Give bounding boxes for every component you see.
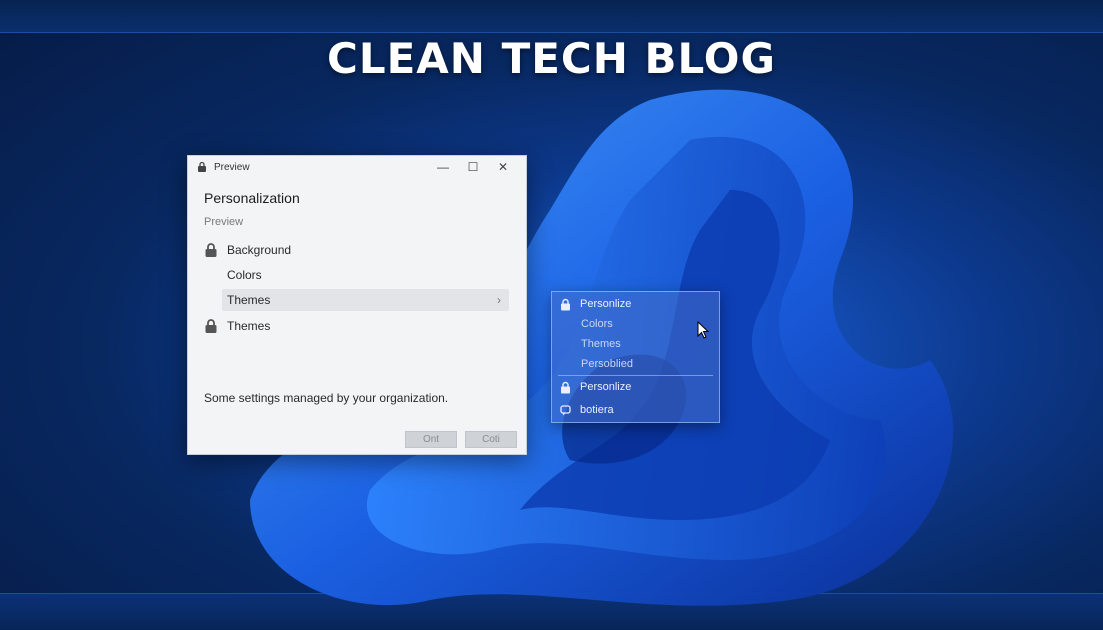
flyout-item-personlize[interactable]: Personlize	[560, 295, 631, 313]
maximize-button[interactable]: ☐	[458, 156, 488, 178]
menu-item-colors[interactable]: Colors	[227, 264, 262, 286]
flyout-divider	[558, 375, 713, 376]
menu-item-label: Themes	[227, 293, 271, 307]
mouse-cursor-icon	[697, 321, 709, 339]
title-bar[interactable]: Preview — ☐ ✕	[188, 156, 526, 178]
chat-icon	[560, 404, 571, 415]
flyout-item-botiera[interactable]: botiera	[560, 401, 614, 419]
lock-icon	[198, 161, 206, 172]
menu-item-themes-selected[interactable]: Themes ›	[222, 289, 509, 311]
menu-item-background[interactable]: Background	[204, 239, 291, 261]
flyout-item-themes[interactable]: Themes	[581, 335, 621, 353]
close-button[interactable]: ✕	[488, 156, 518, 178]
cancel-button[interactable]: Coti	[465, 431, 517, 448]
chevron-right-icon: ›	[497, 293, 501, 307]
bottom-band	[0, 593, 1103, 630]
lock-icon	[561, 381, 570, 393]
lock-icon	[205, 319, 217, 333]
flyout-item-label: Persoblied	[581, 358, 633, 370]
managed-notice: Some settings managed by your organizati…	[204, 391, 449, 405]
minimize-button[interactable]: —	[428, 156, 458, 178]
window-title: Preview	[214, 161, 250, 173]
flyout-item-label: Personlize	[580, 298, 632, 310]
flyout-item-personlize-locked[interactable]: Personlize	[560, 378, 631, 396]
top-band	[0, 0, 1103, 33]
section-label: Preview	[204, 216, 244, 228]
menu-item-label: Colors	[227, 268, 262, 282]
flyout-item-label: Themes	[581, 338, 621, 350]
preview-window: Preview — ☐ ✕ Personalization Preview Ba…	[187, 155, 527, 455]
ok-button[interactable]: Ont	[405, 431, 457, 448]
lock-icon	[561, 298, 570, 310]
menu-item-themes[interactable]: Themes	[204, 315, 270, 337]
flyout-item-label: botiera	[580, 404, 614, 416]
lock-icon	[205, 243, 217, 257]
site-title: CLEAN TECH BLOG	[327, 34, 776, 83]
flyout-menu: Personlize Colors Themes Persoblied Pers…	[551, 291, 720, 423]
page-title: Personalization	[204, 190, 300, 206]
flyout-item-label: Colors	[581, 318, 613, 330]
flyout-item-label: Personlize	[580, 381, 632, 393]
menu-item-label: Themes	[227, 319, 271, 333]
flyout-item-persoblied[interactable]: Persoblied	[581, 355, 633, 373]
flyout-item-colors[interactable]: Colors	[581, 315, 613, 333]
menu-item-label: Background	[227, 243, 292, 257]
